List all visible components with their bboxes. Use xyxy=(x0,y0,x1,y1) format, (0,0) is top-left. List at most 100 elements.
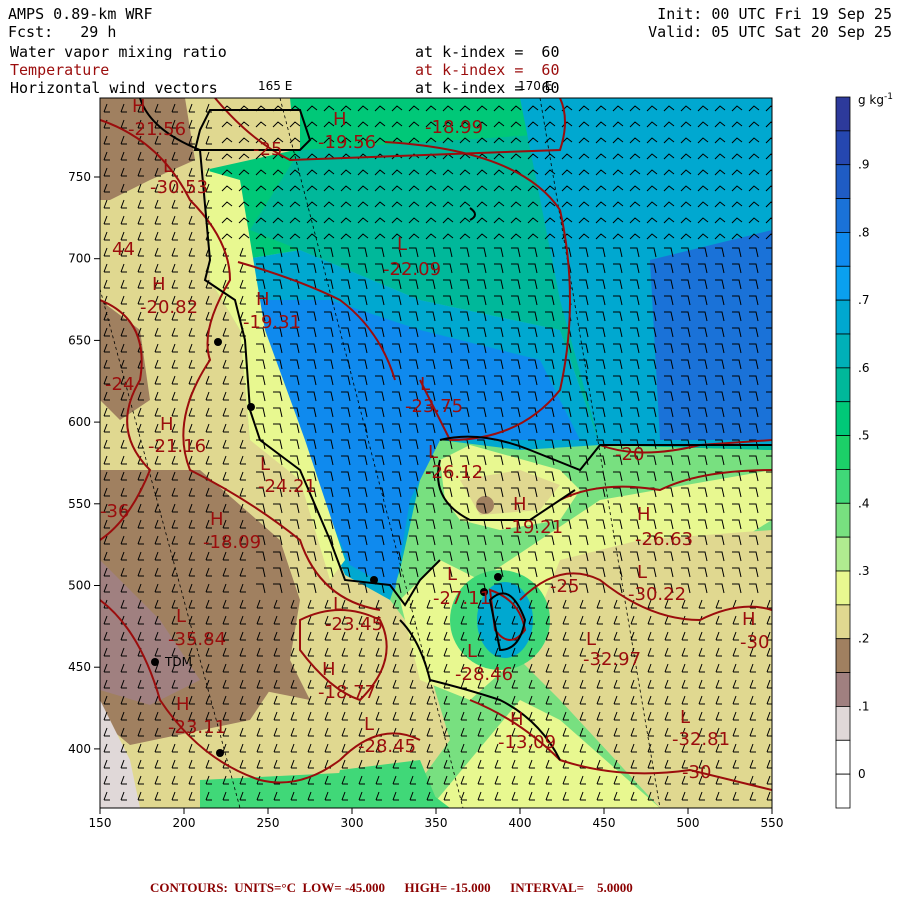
extremum-value: -35.84 xyxy=(168,629,226,650)
colorbar-label: .3 xyxy=(858,564,869,578)
colorbar-swatch xyxy=(835,299,851,335)
extremum-value: -30.22 xyxy=(628,584,686,605)
extremum-type: L xyxy=(586,629,596,650)
extremum-type: L xyxy=(163,156,173,177)
extremum-value: -19.21 xyxy=(505,517,563,538)
colorbar-swatch xyxy=(835,130,851,166)
extremum-type: L xyxy=(176,606,186,627)
y-tick-label: 750 xyxy=(68,170,91,184)
x-tick-label: 150 xyxy=(89,816,112,830)
colorbar-swatch xyxy=(835,469,851,504)
colorbar-swatch xyxy=(835,333,851,369)
extremum-value: -26.63 xyxy=(635,529,693,550)
extremum-type: L xyxy=(637,562,647,583)
colorbar-swatch xyxy=(835,367,851,403)
colorbar-swatch xyxy=(835,232,851,267)
extremum-value: -13.09 xyxy=(498,732,556,753)
colorbar-swatch xyxy=(835,96,851,132)
station-marker xyxy=(151,658,159,666)
y-tick-label: 550 xyxy=(68,497,91,511)
extremum-value: -28.46 xyxy=(455,664,513,685)
extremum-type: L xyxy=(447,564,457,585)
contour-label: -24 xyxy=(105,374,134,395)
colorbar-swatch xyxy=(835,773,851,809)
x-tick-label: 250 xyxy=(257,816,280,830)
extremum-type: H xyxy=(152,274,166,295)
x-tick-label: 400 xyxy=(509,816,532,830)
colorbar-swatch xyxy=(835,198,851,233)
extremum-value: -24.21 xyxy=(258,476,316,497)
station-marker xyxy=(370,576,378,584)
extremum-type: H xyxy=(510,709,524,730)
contour-label: -25 xyxy=(550,576,579,597)
colorbar-label: .4 xyxy=(858,496,869,510)
extremum-value: -30.53 xyxy=(150,177,208,198)
weather-map: TDM H-21.56L-30.53H-19.56-18.99L-22.09H-… xyxy=(68,79,893,830)
y-tick-label: 700 xyxy=(68,252,91,266)
extremum-value: -21.56 xyxy=(128,119,186,140)
colorbar-swatch xyxy=(835,570,851,606)
extremum-value: -32.97 xyxy=(583,649,641,670)
contour-label: 44 xyxy=(112,239,135,260)
extremum-type: L xyxy=(333,594,343,615)
colorbar-swatch xyxy=(835,604,851,640)
extremum-value: -27.11 xyxy=(433,588,491,609)
y-tick-label: 500 xyxy=(68,579,91,593)
extremum-value: -18.09 xyxy=(203,532,261,553)
extremum-value: -21.16 xyxy=(148,436,206,457)
extremum-type: H xyxy=(322,659,336,680)
extremum-value: -23.45 xyxy=(325,614,383,635)
y-tick-label: 600 xyxy=(68,415,91,429)
extremum-value: -26.12 xyxy=(425,462,483,483)
x-tick-label: 450 xyxy=(593,816,616,830)
extremum-type: L xyxy=(260,454,270,475)
contour-info: CONTOURS: UNITS=°C LOW= -45.000 HIGH= -1… xyxy=(150,880,633,895)
colorbar-swatch xyxy=(835,638,851,673)
colorbar-label: .1 xyxy=(858,699,869,713)
extremum-value: -22.09 xyxy=(383,259,441,280)
colorbar-swatch xyxy=(835,672,851,707)
extremum-type: H xyxy=(160,414,174,435)
extremum-value: -32.81 xyxy=(672,729,730,750)
extremum-type: L xyxy=(467,641,477,662)
extremum-type: H xyxy=(132,96,146,117)
longitude-label-170e: 170 E xyxy=(518,79,552,93)
extremum-value: -18.99 xyxy=(425,117,483,138)
extremum-type: L xyxy=(680,707,690,728)
contour-label: -25 xyxy=(253,139,282,160)
colorbar-swatch xyxy=(835,265,851,301)
colorbar-swatch xyxy=(835,536,851,572)
colorbar-swatch xyxy=(835,739,851,775)
x-tick-label: 350 xyxy=(425,816,448,830)
extremum-type: L xyxy=(420,374,430,395)
extremum-value: -23.75 xyxy=(405,396,463,417)
extremum-type: H xyxy=(513,494,527,515)
x-tick-label: 200 xyxy=(173,816,196,830)
station-marker xyxy=(216,749,224,757)
colorbar-swatch xyxy=(835,502,851,538)
extremum-type: H xyxy=(637,504,651,525)
contour-label: -20 xyxy=(615,444,644,465)
extremum-value: -18.77 xyxy=(318,682,376,703)
extremum-value: -19.31 xyxy=(243,312,301,333)
x-tick-label: 550 xyxy=(761,816,784,830)
extremum-type: H xyxy=(256,289,270,310)
colorbar-label: .6 xyxy=(858,361,869,375)
colorbar-swatch xyxy=(835,401,851,436)
contour-label: -30 xyxy=(682,762,711,783)
x-tick-label: 500 xyxy=(677,816,700,830)
y-axis: 750 700 650 600 550 500 450 400 xyxy=(68,170,100,756)
station-marker xyxy=(494,573,502,581)
extremum-value: -30 xyxy=(740,632,769,653)
station-marker xyxy=(214,338,222,346)
colorbar-units: g kg-1 xyxy=(858,92,893,107)
colorbar-label: 0 xyxy=(858,767,866,781)
extremum-value: -23.11 xyxy=(168,717,226,738)
colorbar-swatch xyxy=(835,164,851,199)
colorbar-label: .7 xyxy=(858,293,869,307)
station-label-tdm: TDM xyxy=(164,655,192,669)
extremum-type: H xyxy=(333,109,347,130)
station-marker xyxy=(247,403,255,411)
y-tick-label: 450 xyxy=(68,660,91,674)
contour-label: -36 xyxy=(100,501,129,522)
